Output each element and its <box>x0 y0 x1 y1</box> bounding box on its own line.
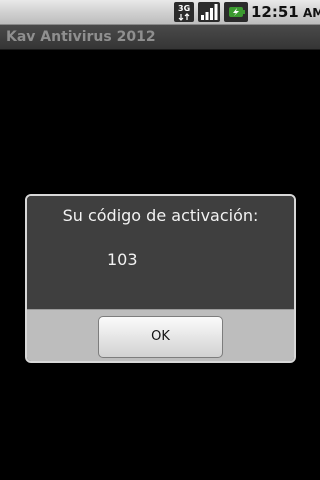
svg-text:3G: 3G <box>178 4 190 13</box>
screen: 3G 12:51 AM Kav Antivirus 2012 Su código… <box>0 0 320 480</box>
app-title: Kav Antivirus 2012 <box>6 29 156 45</box>
3g-icon: 3G <box>174 2 194 22</box>
status-time-suffix: AM <box>302 6 320 20</box>
status-time-value: 12:51 <box>251 3 299 21</box>
signal-icon <box>198 2 220 22</box>
status-bar: 3G 12:51 AM <box>0 0 320 25</box>
battery-icon <box>224 2 248 22</box>
dialog-message: Su código de activación: <box>62 206 259 225</box>
app-title-bar: Kav Antivirus 2012 <box>0 25 320 50</box>
dialog-button-bar: OK <box>27 309 294 361</box>
status-time: 12:51 AM <box>251 0 320 25</box>
ok-button[interactable]: OK <box>98 316 223 358</box>
activation-code: 103 <box>107 250 138 269</box>
activation-dialog: Su código de activación: 103 OK <box>25 194 296 363</box>
dialog-body: Su código de activación: 103 <box>27 196 294 309</box>
